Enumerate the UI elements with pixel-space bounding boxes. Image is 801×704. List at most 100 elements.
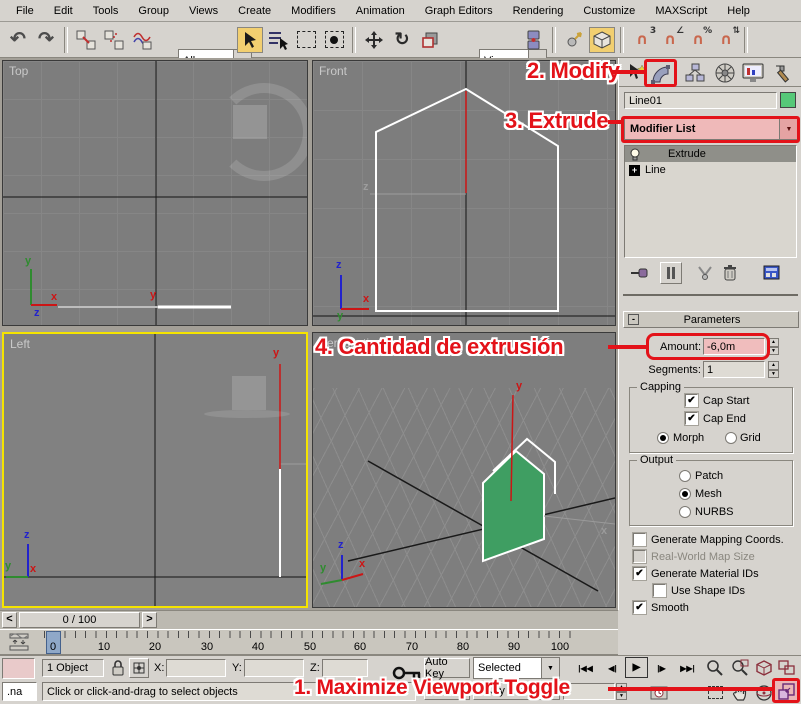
bind-to-space-warp-icon[interactable] bbox=[129, 27, 155, 53]
go-to-end-button[interactable]: ▶▶| bbox=[676, 658, 699, 679]
tab-display[interactable] bbox=[739, 60, 766, 86]
morph-radio[interactable] bbox=[657, 432, 669, 444]
pan-icon[interactable] bbox=[729, 682, 751, 703]
open-mini-curve-editor-icon[interactable] bbox=[6, 633, 34, 654]
undo-icon[interactable]: ↶ bbox=[5, 27, 31, 53]
absolute-mode-toggle[interactable] bbox=[129, 658, 149, 678]
window-crossing-icon[interactable] bbox=[321, 27, 347, 53]
generate-mapping-checkbox[interactable] bbox=[633, 533, 646, 546]
auto-key-button[interactable]: Auto Key bbox=[424, 658, 470, 678]
menu-group[interactable]: Group bbox=[128, 3, 179, 19]
region-zoom-icon[interactable] bbox=[704, 682, 726, 703]
object-name-field[interactable]: Line01 bbox=[624, 92, 777, 109]
percent-snap-icon[interactable]: ∩% bbox=[685, 27, 711, 53]
tab-utilities[interactable] bbox=[769, 60, 796, 86]
time-slider-track[interactable]: < 0 / 100 > bbox=[0, 610, 618, 629]
menu-customize[interactable]: Customize bbox=[573, 3, 645, 19]
menu-animation[interactable]: Animation bbox=[346, 3, 415, 19]
use-shape-ids-checkbox[interactable] bbox=[653, 584, 666, 597]
zoom-all-icon[interactable] bbox=[729, 657, 751, 678]
spinner-down-icon[interactable]: ▼ bbox=[768, 370, 779, 379]
smooth-checkbox[interactable]: ✔ bbox=[633, 601, 646, 614]
menu-graph-editors[interactable]: Graph Editors bbox=[415, 3, 503, 19]
selected-dropdown[interactable]: Selected ▼ bbox=[473, 658, 560, 678]
generate-material-checkbox[interactable]: ✔ bbox=[633, 567, 646, 580]
y-coord-field[interactable] bbox=[244, 659, 304, 677]
object-name-value: Line01 bbox=[629, 95, 662, 107]
show-end-result-icon[interactable] bbox=[660, 262, 682, 284]
menu-bar: File Edit Tools Group Views Create Modif… bbox=[0, 0, 801, 22]
select-and-link-icon[interactable] bbox=[73, 27, 99, 53]
next-frame-button[interactable]: |▶ bbox=[650, 658, 673, 679]
previous-frame-arrow[interactable]: < bbox=[2, 612, 17, 628]
current-frame-field[interactable] bbox=[563, 683, 615, 700]
spinner-snap-icon[interactable]: ∩⇅ bbox=[713, 27, 739, 53]
rectangular-selection-region-icon[interactable] bbox=[293, 27, 319, 53]
maxscript-listener-line[interactable]: .na bbox=[2, 682, 37, 701]
stack-item-line[interactable]: + Line bbox=[625, 162, 796, 178]
snaps-toggle-button[interactable] bbox=[589, 27, 615, 53]
menu-create[interactable]: Create bbox=[228, 3, 281, 19]
collapse-icon[interactable]: - bbox=[628, 314, 639, 325]
time-slider-handle[interactable]: 0 / 100 bbox=[19, 612, 140, 628]
menu-rendering[interactable]: Rendering bbox=[503, 3, 574, 19]
object-color-swatch[interactable] bbox=[780, 92, 796, 108]
frame-spinner[interactable]: ▲ ▼ bbox=[616, 683, 627, 700]
viewport-left[interactable]: Left y z y x bbox=[2, 332, 308, 608]
segments-field[interactable]: 1 bbox=[703, 361, 765, 378]
configure-modifier-sets-icon[interactable] bbox=[762, 264, 782, 285]
cap-end-checkbox[interactable]: ✔ bbox=[685, 412, 698, 425]
menu-views[interactable]: Views bbox=[179, 3, 228, 19]
menu-help[interactable]: Help bbox=[717, 3, 760, 19]
patch-radio[interactable] bbox=[679, 470, 691, 482]
snap-3d-icon[interactable]: ∩3 bbox=[629, 27, 655, 53]
spinner-down-icon[interactable]: ▼ bbox=[616, 692, 627, 701]
zoom-extents-icon[interactable] bbox=[753, 657, 775, 678]
tab-motion[interactable] bbox=[711, 60, 738, 86]
zoom-icon[interactable] bbox=[704, 657, 726, 678]
select-object-button[interactable] bbox=[237, 27, 263, 53]
viewport-front[interactable]: Front z z x y bbox=[312, 60, 616, 326]
real-world-checkbox[interactable] bbox=[633, 550, 646, 563]
tab-hierarchy[interactable] bbox=[681, 60, 708, 86]
go-to-start-button[interactable]: |◀◀ bbox=[574, 658, 597, 679]
play-button[interactable]: ▶ bbox=[625, 657, 648, 678]
remove-modifier-icon[interactable] bbox=[722, 264, 738, 285]
menu-modifiers[interactable]: Modifiers bbox=[281, 3, 346, 19]
select-by-name-icon[interactable] bbox=[265, 27, 291, 53]
previous-frame-button[interactable]: ◀| bbox=[601, 658, 624, 679]
mesh-radio[interactable] bbox=[679, 488, 691, 500]
redo-icon[interactable]: ↷ bbox=[33, 27, 59, 53]
pin-stack-icon[interactable] bbox=[630, 264, 650, 285]
segments-spinner[interactable]: ▲ ▼ bbox=[768, 361, 779, 378]
parameters-rollout-header[interactable]: - Parameters bbox=[623, 311, 799, 328]
selection-lock-icon[interactable] bbox=[110, 659, 126, 679]
next-frame-arrow[interactable]: > bbox=[142, 612, 157, 628]
select-and-manipulate-icon[interactable] bbox=[561, 27, 587, 53]
nurbs-radio[interactable] bbox=[679, 506, 691, 518]
select-and-scale-icon[interactable] bbox=[417, 27, 443, 53]
select-and-rotate-icon[interactable]: ↻ bbox=[389, 27, 415, 53]
spinner-up-icon[interactable]: ▲ bbox=[768, 361, 779, 370]
menu-tools[interactable]: Tools bbox=[83, 3, 129, 19]
menu-file[interactable]: File bbox=[6, 3, 44, 19]
annotation-step2: 2. Modify bbox=[527, 58, 620, 84]
x-coord-field[interactable] bbox=[166, 659, 226, 677]
make-unique-icon[interactable] bbox=[696, 265, 714, 284]
cap-start-checkbox[interactable]: ✔ bbox=[685, 394, 698, 407]
viewport-top[interactable]: Top y y z x bbox=[2, 60, 308, 326]
grid-radio[interactable] bbox=[725, 432, 737, 444]
viewport-perspective[interactable]: Perspective y x z y x bbox=[312, 332, 616, 608]
use-pivot-center-icon[interactable] bbox=[521, 27, 547, 53]
expand-plus-icon[interactable]: + bbox=[629, 165, 640, 176]
menu-edit[interactable]: Edit bbox=[44, 3, 83, 19]
select-and-move-icon[interactable] bbox=[361, 27, 387, 53]
zoom-extents-all-icon[interactable] bbox=[777, 657, 799, 678]
stack-item-extrude[interactable]: Extrude bbox=[625, 146, 796, 162]
z-coord-field[interactable] bbox=[322, 659, 368, 677]
time-configuration-icon[interactable] bbox=[648, 682, 670, 703]
unlink-selection-icon[interactable] bbox=[101, 27, 127, 53]
maxscript-mini-listener[interactable] bbox=[2, 658, 35, 679]
angle-snap-icon[interactable]: ∩∠ bbox=[657, 27, 683, 53]
menu-maxscript[interactable]: MAXScript bbox=[645, 3, 717, 19]
